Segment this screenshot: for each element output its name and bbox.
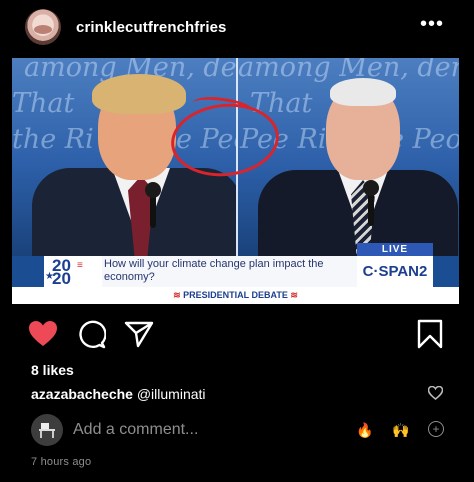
like-count[interactable]: 8 likes [31,362,74,378]
bookmark-icon[interactable] [417,319,443,349]
caption-text[interactable]: @illuminati [133,386,206,402]
post-username[interactable]: crinklecutfrenchfries [76,19,227,36]
right-speaker-panel: among Men, deriv That Pee Rig e Peop [238,58,459,256]
logo-stripes-icon: ≡ [77,260,83,271]
comment-row: Add a comment... 🔥 🙌 + [0,414,474,448]
comment-bubble-icon[interactable] [77,320,106,349]
lower-third: 20 ≡ ★ 20 How will your climate change p… [12,243,459,304]
presidential-debate-banner: ≋ PRESIDENTIAL DEBATE ≋ [12,287,459,304]
backdrop-text: the Ri [12,124,94,155]
live-badge: LIVE [357,243,433,256]
add-emoji-icon[interactable]: + [428,421,444,437]
heart-filled-icon[interactable] [28,320,58,348]
post-header: crinklecutfrenchfries ••• [0,0,474,56]
comment-input[interactable]: Add a comment... [73,421,198,439]
backdrop-text: That [12,88,75,119]
logo-year-bottom: 20 [52,269,71,288]
flag-icon: ≋ [290,290,298,300]
commenter-avatar [31,414,63,446]
fire-emoji-button[interactable]: 🔥 [356,422,373,439]
ellipsis-icon[interactable]: ••• [420,13,444,36]
heart-outline-icon[interactable] [428,386,443,400]
caption: azazabacheche @illuminati [31,386,206,402]
banner-text: PRESIDENTIAL DEBATE [183,290,288,300]
desk-illustration-icon [39,423,55,438]
post-timestamp: 7 hours ago [31,456,92,468]
action-bar [0,312,474,356]
post-image[interactable]: among Men, deriv That the Ri e Pee among… [12,58,459,304]
avatar[interactable] [25,9,61,45]
flag-icon: ≋ [173,290,181,300]
caption-username[interactable]: azazabacheche [31,386,133,402]
debate-question: How will your climate change plan impact… [104,258,324,283]
paper-plane-icon[interactable] [124,320,154,348]
debate-2020-logo: 20 ≡ ★ 20 [44,256,102,288]
network-logo: C·SPAN2 [357,256,433,287]
raised-hands-emoji-button[interactable]: 🙌 [392,422,409,439]
